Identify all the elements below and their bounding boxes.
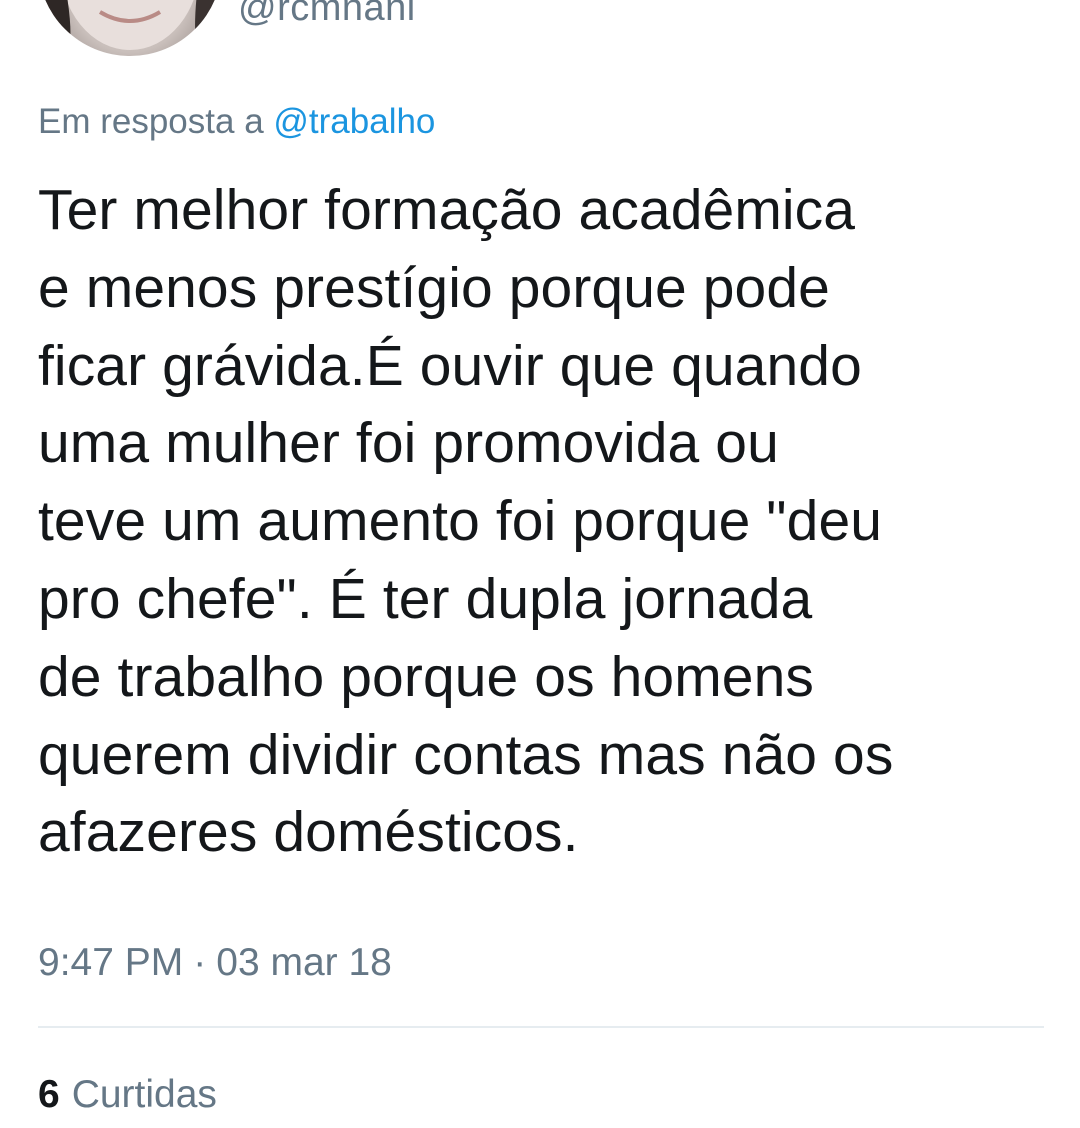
avatar-photo-icon	[38, 0, 222, 56]
likes-label: Curtidas	[71, 1073, 217, 1116]
divider	[38, 1026, 1044, 1028]
meta-separator: ·	[193, 941, 207, 984]
reply-prefix: Em resposta a	[38, 102, 264, 141]
tweet-date[interactable]: 03 mar 18	[216, 941, 392, 984]
likes-count: 6	[38, 1073, 60, 1116]
tweet-time[interactable]: 9:47 PM	[38, 941, 183, 984]
reply-mention-link[interactable]: @trabalho	[273, 102, 435, 141]
avatar[interactable]	[38, 0, 222, 56]
tweet-timestamp: 9:47 PM · 03 mar 18	[38, 938, 392, 988]
likes-stat[interactable]: 6 Curtidas	[38, 1070, 217, 1120]
reply-context: Em resposta a @trabalho	[38, 100, 435, 144]
user-handle[interactable]: @rcmnani	[238, 0, 416, 30]
tweet-detail: @rcmnani Em resposta a @trabalho Ter mel…	[0, 0, 1080, 1128]
tweet-text: Ter melhor formação acadêmica e menos pr…	[38, 178, 894, 865]
